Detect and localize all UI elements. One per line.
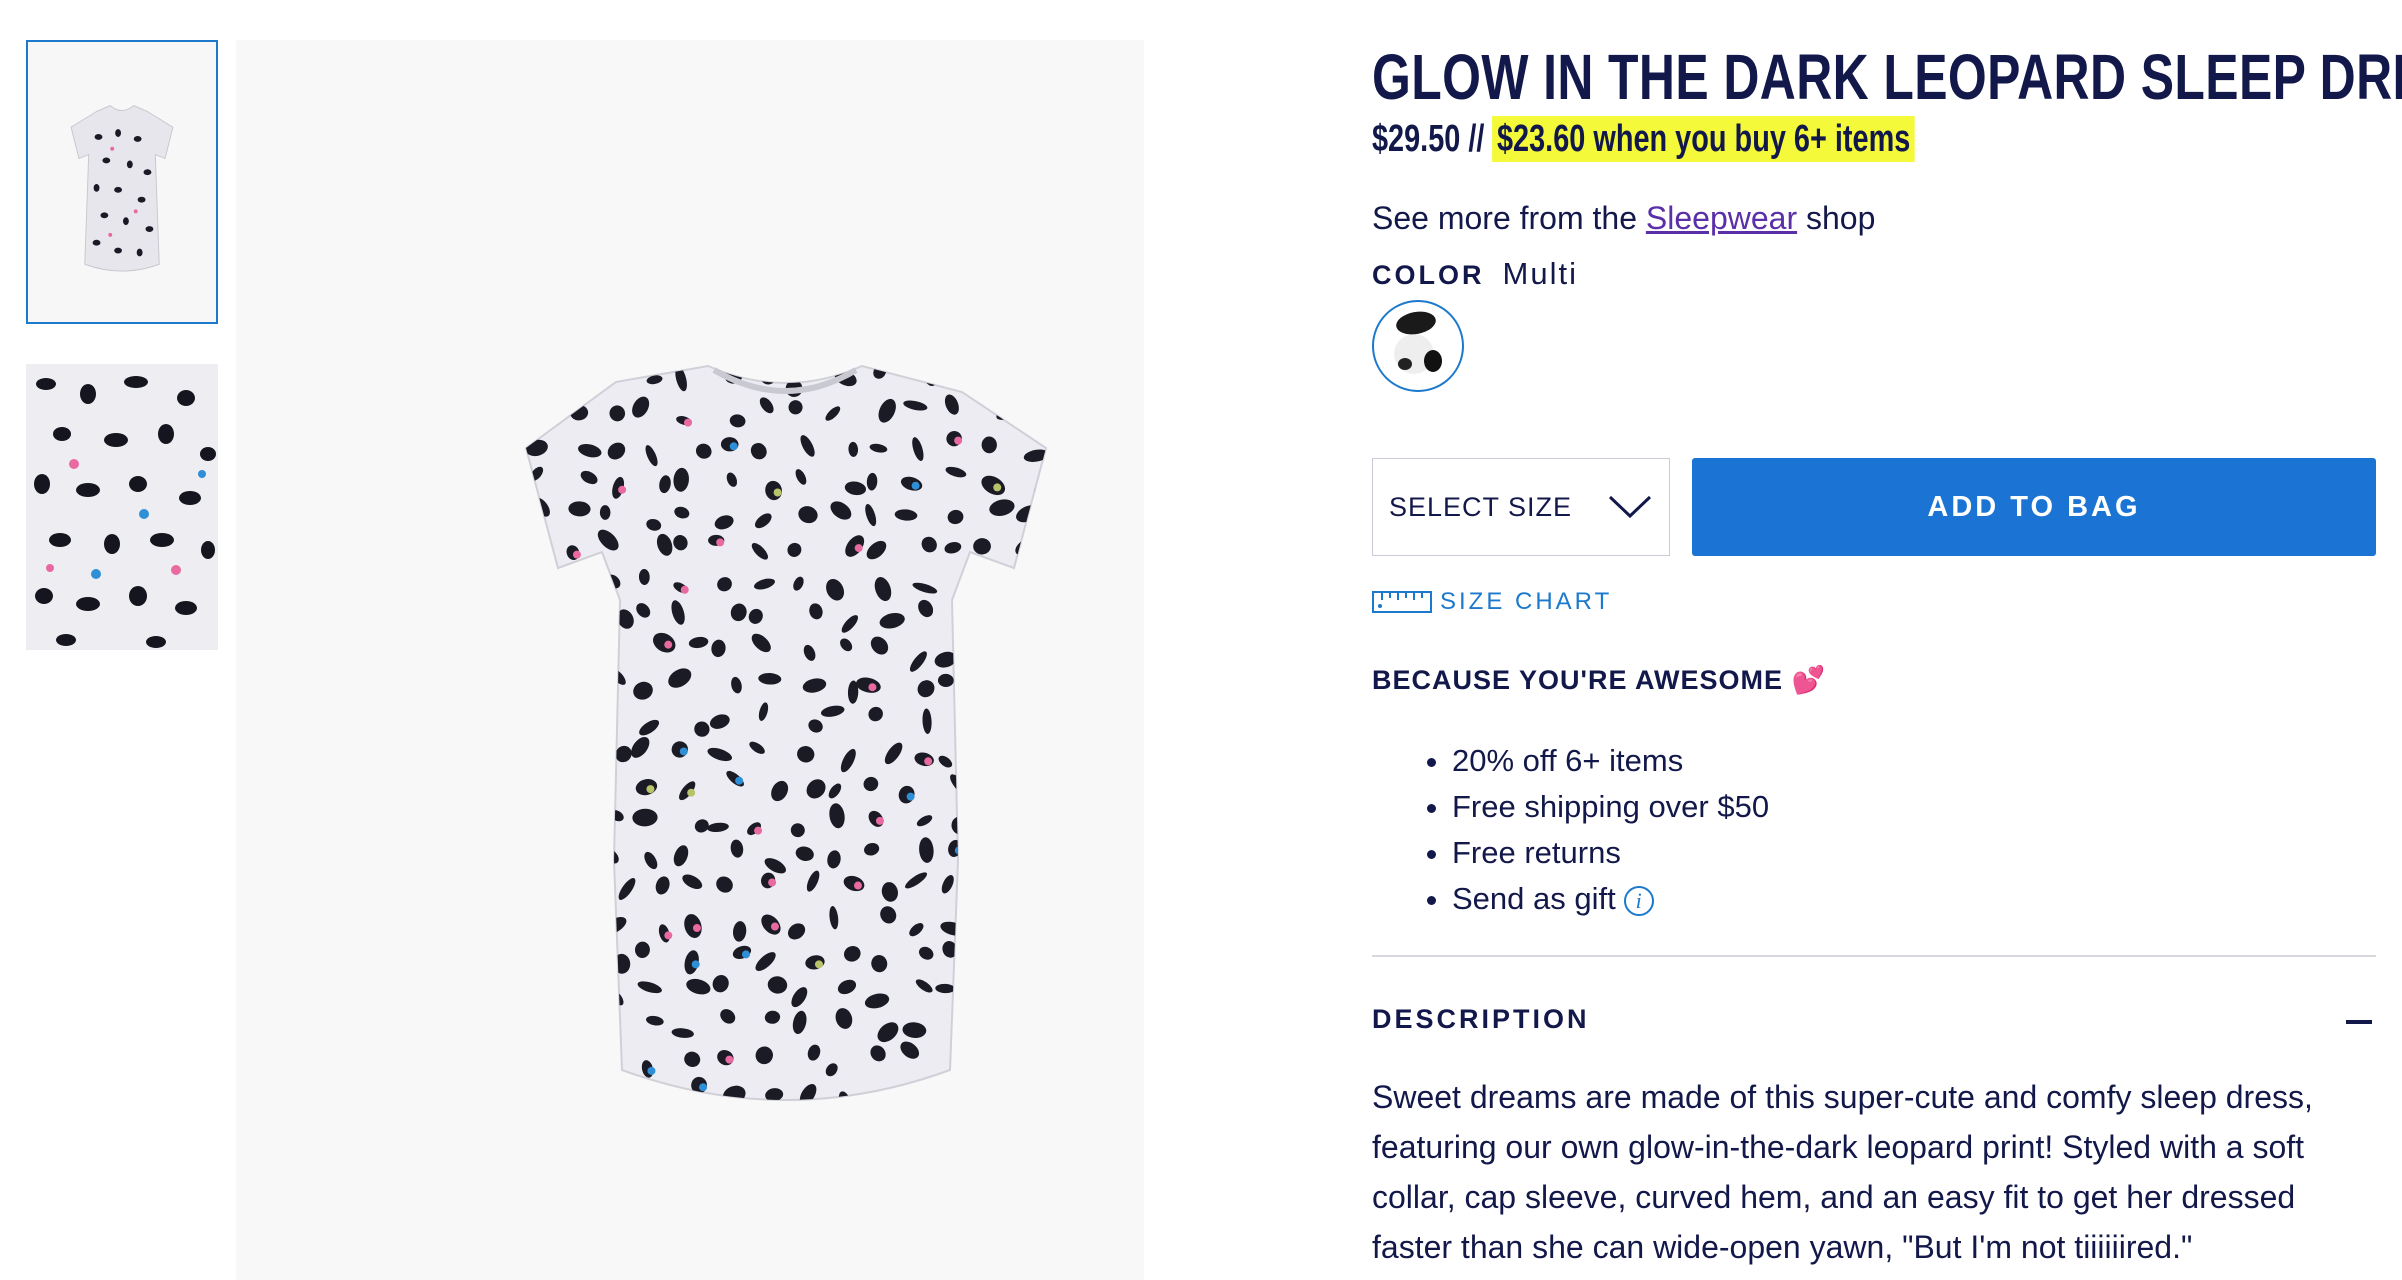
product-title: GLOW IN THE DARK LEOPARD SLEEP DRESS bbox=[1372, 41, 2402, 113]
color-swatch-multi[interactable] bbox=[1372, 300, 1464, 392]
sleepwear-shop-link[interactable]: Sleepwear bbox=[1646, 200, 1797, 236]
color-label: COLOR bbox=[1372, 260, 1485, 290]
price: $29.50 bbox=[1372, 118, 1461, 160]
awesome-heading: BECAUSE YOU'RE AWESOME 💕 bbox=[1372, 664, 1826, 696]
add-to-bag-button[interactable]: ADD TO BAG bbox=[1692, 458, 2376, 556]
bulk-offer-highlight: $23.60 when you buy 6+ items bbox=[1492, 116, 1915, 162]
swatch-pattern bbox=[1378, 306, 1458, 386]
gallery-thumbnail-print[interactable] bbox=[26, 364, 218, 650]
price-separator: // bbox=[1460, 118, 1493, 160]
size-select-dropdown[interactable]: SELECT SIZE bbox=[1372, 458, 1670, 556]
size-chart-label: SIZE CHART bbox=[1440, 588, 1613, 615]
gallery-thumbnail-dress[interactable] bbox=[26, 40, 218, 324]
shop-line: See more from the Sleepwear shop bbox=[1372, 200, 1875, 237]
divider bbox=[1372, 955, 2376, 957]
perk-item-gift: Send as gifti bbox=[1452, 876, 1769, 922]
print-closeup-thumbnail-image bbox=[26, 364, 218, 650]
info-icon[interactable]: i bbox=[1623, 885, 1654, 916]
perk-item: Free shipping over $50 bbox=[1452, 784, 1769, 830]
price-row: $29.50 // $23.60 when you buy 6+ items bbox=[1372, 116, 1915, 162]
perks-list: 20% off 6+ items Free shipping over $50 … bbox=[1372, 738, 1769, 922]
minus-icon[interactable] bbox=[2344, 1006, 2374, 1036]
perk-gift-label: Send as gift bbox=[1452, 881, 1616, 916]
hearts-emoji-icon: 💕 bbox=[1791, 665, 1827, 695]
size-chart-link[interactable]: SIZE CHART bbox=[1372, 588, 1612, 616]
shop-line-suffix: shop bbox=[1797, 200, 1876, 236]
chevron-down-icon bbox=[1608, 495, 1652, 519]
description-body: Sweet dreams are made of this super-cute… bbox=[1372, 1079, 2313, 1265]
shop-line-prefix: See more from the bbox=[1372, 200, 1646, 236]
dress-thumbnail-image bbox=[70, 105, 174, 272]
dress-illustration bbox=[524, 364, 1048, 1101]
awesome-heading-text: BECAUSE YOU'RE AWESOME bbox=[1372, 665, 1783, 695]
size-select-label: SELECT SIZE bbox=[1389, 491, 1573, 522]
perk-item: Free returns bbox=[1452, 830, 1769, 876]
perk-item: 20% off 6+ items bbox=[1452, 738, 1769, 784]
description-heading[interactable]: DESCRIPTION bbox=[1372, 1004, 1590, 1035]
color-selection-label: COLOR Multi bbox=[1372, 256, 1578, 292]
color-value: Multi bbox=[1502, 256, 1578, 291]
main-product-image[interactable] bbox=[236, 40, 1144, 1280]
ruler-icon bbox=[1372, 591, 1432, 613]
